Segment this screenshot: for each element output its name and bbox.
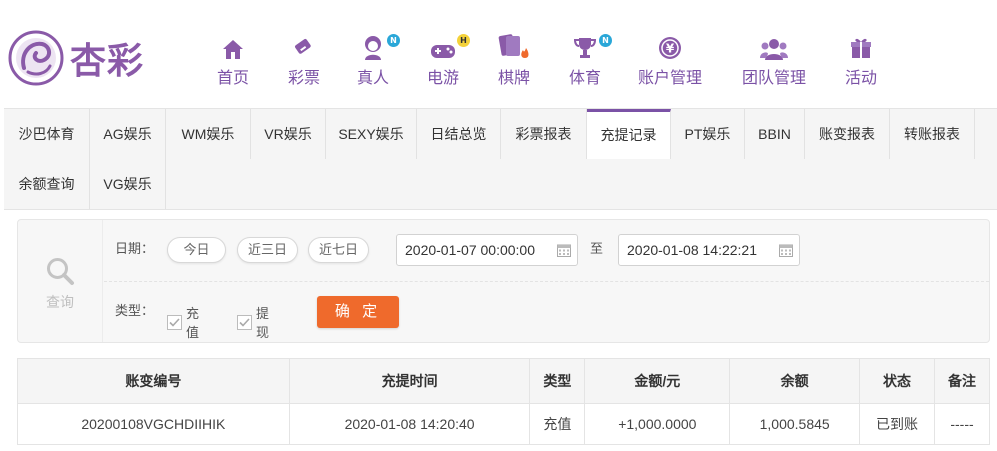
brand-name: 杏彩 <box>70 40 145 82</box>
cell-transaction-id: 20200108VGCHDIIHIK <box>17 403 290 445</box>
nav-live[interactable]: N 真人 <box>354 34 400 90</box>
tab-wm[interactable]: WM娱乐 <box>166 109 251 159</box>
divider <box>104 281 989 282</box>
nav-lottery[interactable]: 彩票 <box>285 34 323 90</box>
calendar-icon[interactable] <box>779 243 793 257</box>
new-badge: N <box>387 34 400 47</box>
col-balance: 余额 <box>729 358 861 404</box>
search-icon <box>47 258 74 285</box>
nav-account-label: 账户管理 <box>637 70 702 87</box>
cell-remark: ----- <box>934 403 990 445</box>
col-time: 充提时间 <box>288 358 531 404</box>
end-date-input[interactable]: 2020-01-08 14:22:21 <box>618 234 800 266</box>
col-remark: 备注 <box>934 358 990 404</box>
nav-live-label: 真人 <box>356 70 389 87</box>
start-date-input[interactable]: 2020-01-07 00:00:00 <box>396 234 578 266</box>
header: 杏彩 首页 彩票 N 真人 H 电游 棋牌 N 体育 ¥ 账户管理 团队管理 活… <box>0 0 997 108</box>
withdraw-checkbox[interactable]: 提现 <box>237 303 269 341</box>
query-label: 查询 <box>46 294 74 310</box>
cell-status: 已到账 <box>859 403 936 445</box>
date-to-label: 至 <box>590 241 604 256</box>
nav-sports[interactable]: N 体育 <box>566 34 612 90</box>
tab-daily-summary[interactable]: 日结总览 <box>417 109 501 159</box>
query-panel: 查询 日期： 今日 近三日 近七日 2020-01-07 00:00:00 至 … <box>17 219 990 343</box>
tab-vr[interactable]: VR娱乐 <box>251 109 326 159</box>
records-table: 账变编号 充提时间 类型 金额/元 余额 状态 备注 20200108VGCHD… <box>17 358 990 445</box>
nav-team[interactable]: 团队管理 <box>740 34 808 90</box>
nav-team-label: 团队管理 <box>741 70 806 87</box>
tab-pt[interactable]: PT娱乐 <box>671 109 745 159</box>
live-dealer-icon <box>365 36 381 60</box>
end-date-value: 2020-01-08 14:22:21 <box>627 242 757 258</box>
nav-promo[interactable]: 活动 <box>842 34 880 90</box>
nav-lottery-label: 彩票 <box>287 70 320 87</box>
type-label: 类型： <box>115 303 155 318</box>
cell-time: 2020-01-08 14:20:40 <box>288 403 531 445</box>
brand-logo-icon <box>8 30 64 86</box>
today-button[interactable]: 今日 <box>167 237 226 263</box>
query-side: 查询 <box>18 220 103 342</box>
nav-egames[interactable]: H 电游 <box>424 34 470 90</box>
last-7-days-button[interactable]: 近七日 <box>308 237 369 263</box>
brand-logo[interactable]: 杏彩 <box>6 28 166 88</box>
deposit-checkbox[interactable]: 充值 <box>167 303 199 341</box>
hot-badge: H <box>457 34 470 47</box>
gamepad-icon <box>431 45 455 58</box>
tab-ag[interactable]: AG娱乐 <box>90 109 166 159</box>
trophy-icon <box>573 38 597 58</box>
nav-account[interactable]: ¥ 账户管理 <box>636 34 704 90</box>
cell-balance: 1,000.5845 <box>729 403 861 445</box>
team-icon <box>760 39 788 60</box>
nav-egames-label: 电游 <box>426 70 459 87</box>
gift-icon <box>851 38 871 58</box>
date-label: 日期： <box>115 241 155 256</box>
cell-amount: +1,000.0000 <box>584 403 731 445</box>
deposit-label: 充值 <box>186 306 200 340</box>
report-tabs: 沙巴体育 AG娱乐 WM娱乐 VR娱乐 SEXY娱乐 日结总览 彩票报表 充提记… <box>4 108 997 210</box>
tab-lottery-report[interactable]: 彩票报表 <box>501 109 587 159</box>
nav-sports-label: 体育 <box>568 70 601 87</box>
lottery-ticket-icon <box>295 39 311 54</box>
table-row: 20200108VGCHDIIHIK 2020-01-08 14:20:40 充… <box>17 403 990 445</box>
tab-vg[interactable]: VG娱乐 <box>90 159 166 209</box>
col-transaction-id: 账变编号 <box>17 358 290 404</box>
col-amount: 金额/元 <box>584 358 731 404</box>
cards-icon <box>498 34 529 58</box>
tab-sexy[interactable]: SEXY娱乐 <box>326 109 417 159</box>
svg-text:¥: ¥ <box>666 42 675 56</box>
nav-home-label: 首页 <box>216 70 249 87</box>
tab-transfer-report[interactable]: 转账报表 <box>890 109 975 159</box>
tab-transaction-report[interactable]: 账变报表 <box>805 109 890 159</box>
new-badge: N <box>599 34 612 47</box>
check-icon <box>237 314 252 330</box>
tab-bbin[interactable]: BBIN <box>745 109 805 159</box>
nav-promo-label: 活动 <box>844 70 877 87</box>
check-icon <box>167 314 182 330</box>
nav-home[interactable]: 首页 <box>214 34 252 90</box>
tab-balance-query[interactable]: 余额查询 <box>4 159 90 209</box>
col-status: 状态 <box>859 358 936 404</box>
start-date-value: 2020-01-07 00:00:00 <box>405 242 535 258</box>
table-header-row: 账变编号 充提时间 类型 金额/元 余额 状态 备注 <box>17 358 990 404</box>
confirm-button[interactable]: 确 定 <box>317 296 399 328</box>
tab-saba-sports[interactable]: 沙巴体育 <box>4 109 90 159</box>
home-icon <box>223 40 243 59</box>
calendar-icon[interactable] <box>557 243 571 257</box>
withdraw-label: 提现 <box>256 306 270 340</box>
tab-deposit-withdraw[interactable]: 充提记录 <box>587 109 671 159</box>
yen-coin-icon: ¥ <box>659 37 681 59</box>
cell-type: 充值 <box>529 403 586 445</box>
last-3-days-button[interactable]: 近三日 <box>237 237 298 263</box>
nav-cards-label: 棋牌 <box>497 70 530 87</box>
col-type: 类型 <box>529 358 586 404</box>
nav-cards[interactable]: 棋牌 <box>495 34 533 90</box>
